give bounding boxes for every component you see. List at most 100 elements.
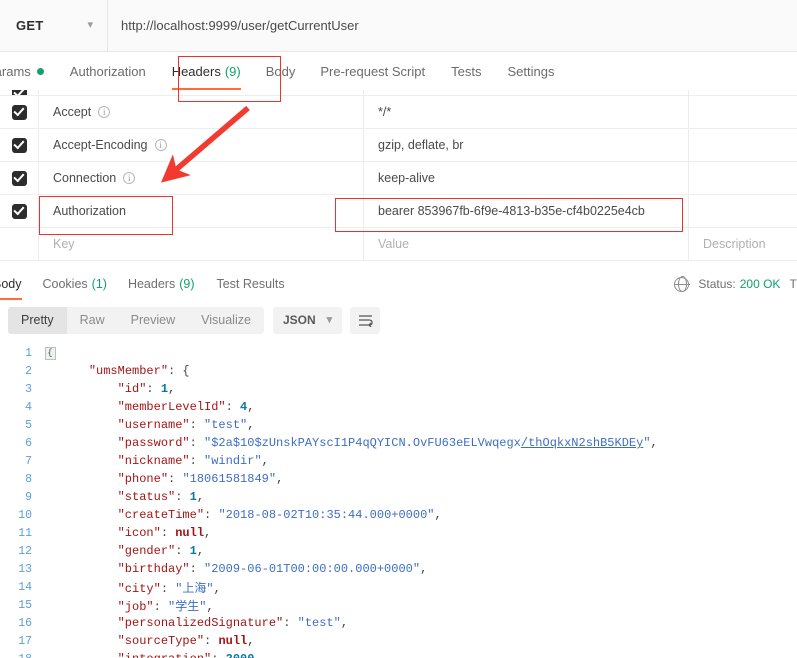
request-tab-tests[interactable]: Tests (451, 52, 481, 90)
response-tab-headers[interactable]: Headers (9) (128, 268, 195, 300)
table-row[interactable]: Accept-Encoding i gzip, deflate, br (0, 129, 797, 162)
header-key-cell[interactable]: Accept-Encoding i (39, 129, 364, 161)
header-key-cell[interactable]: Connection i (39, 162, 364, 194)
code-line: 5 "username": "test", (0, 416, 797, 434)
line-number: 8 (25, 472, 32, 486)
row-enabled-checkbox[interactable] (0, 195, 39, 227)
view-mode-visualize[interactable]: Visualize (188, 307, 264, 334)
code-line: 2 "umsMember": { (0, 362, 797, 380)
code-line: 16 "personalizedSignature": "test", (0, 614, 797, 632)
response-tab-body[interactable]: Body (0, 268, 22, 300)
header-key-text: Accept-Encoding (53, 138, 148, 152)
collapse-toggle-icon[interactable]: { (44, 346, 56, 360)
info-icon[interactable]: i (98, 106, 111, 118)
code-text: "personalizedSignature": "test", (117, 616, 349, 630)
view-mode-label: Raw (79, 313, 105, 327)
tab-label: Body (0, 277, 22, 291)
fold-gutter[interactable]: { (40, 346, 60, 360)
line-number: 4 (25, 400, 32, 414)
code-line: 9 "status": 1, (0, 488, 797, 506)
request-tab-pre-request-script[interactable]: Pre-request Script (320, 52, 425, 90)
tab-label: Tests (451, 63, 482, 79)
view-mode-label: Visualize (201, 313, 251, 327)
request-tab-headers[interactable]: Headers (9) (171, 52, 241, 90)
headers-table: Accept i */* Accept-Encoding i gzip, deflate,… (0, 90, 797, 261)
tab-label: Headers (127, 277, 176, 291)
response-format-selector[interactable]: JSON ▾ (272, 306, 343, 334)
code-text: "umsMember": { (88, 364, 190, 378)
response-view-toolbar: Pretty Raw Preview Visualize JSON ▾ (0, 300, 797, 340)
table-row[interactable]: Accept i */* (0, 96, 797, 129)
header-key-cell[interactable]: Authorization (39, 195, 364, 227)
code-text: "gender": 1, (117, 544, 205, 558)
code-text: "integration": 2000 (60, 652, 797, 658)
description-placeholder: Description (703, 237, 766, 251)
tab-label: Settings (507, 63, 555, 79)
header-description-cell[interactable] (689, 195, 797, 227)
request-tab-settings[interactable]: Settings (507, 52, 554, 90)
tab-count-badge: (9) (224, 63, 241, 79)
request-tab-body[interactable]: Body (266, 52, 296, 90)
chevron-down-icon: ▾ (87, 19, 93, 31)
line-number: 15 (18, 598, 32, 612)
tab-label: Body (265, 63, 296, 79)
modified-indicator-dot (36, 67, 44, 75)
url-bar: GET ▾ http://localhost:9999/user/getCurr… (0, 0, 797, 52)
table-row[interactable]: Authorization bearer 853967fb-6f9e-4813-b… (0, 195, 797, 228)
http-method-selector[interactable]: GET ▾ (0, 0, 108, 52)
code-text: "job": "学生", (117, 599, 214, 614)
code-text: "createTime": "2018-08-02T10:35:44.000+0… (117, 508, 442, 522)
tab-label: Test Results (216, 277, 285, 291)
response-tab-cookies[interactable]: Cookies (1) (43, 268, 107, 300)
view-mode-preview[interactable]: Preview (118, 307, 188, 334)
view-mode-label: Pretty (21, 313, 54, 327)
code-line: 13 "birthday": "2009-06-01T00:00:00.000+… (0, 560, 797, 578)
row-enabled-checkbox[interactable] (0, 129, 39, 161)
info-icon[interactable]: i (123, 172, 136, 184)
line-number: 5 (25, 418, 32, 432)
code-text: "icon": null, (117, 526, 212, 540)
header-value-cell[interactable]: keep-alive (364, 162, 689, 194)
code-line: 12 "gender": 1, (0, 542, 797, 560)
header-key-cell[interactable]: Accept i (39, 96, 364, 128)
header-key-text: Authorization (53, 204, 126, 218)
line-number: 3 (25, 382, 32, 396)
header-description-cell[interactable] (689, 129, 797, 161)
code-line: 7 "nickname": "windir", (0, 452, 797, 470)
line-number: 14 (18, 580, 32, 594)
header-description-cell[interactable] (689, 162, 797, 194)
request-tabs: Params Authorization Headers(9) Body Pre-req… (0, 52, 797, 90)
chevron-down-icon: ▾ (326, 313, 333, 326)
header-description-cell[interactable] (689, 96, 797, 128)
table-row[interactable]: Connection i keep-alive (0, 162, 797, 195)
view-mode-pretty[interactable]: Pretty (8, 306, 67, 334)
http-method-label: GET (16, 18, 44, 33)
code-line: 4 "memberLevelId": 4, (0, 398, 797, 416)
row-enabled-checkbox[interactable] (0, 96, 39, 128)
key-placeholder: Key (53, 237, 75, 251)
line-number: 11 (18, 526, 32, 540)
info-icon[interactable]: i (154, 139, 167, 151)
url-input[interactable]: http://localhost:9999/user/getCurrentUse… (108, 0, 797, 52)
header-value-cell[interactable]: */* (364, 96, 689, 128)
response-body-json-viewer[interactable]: 1{2 "umsMember": {3 "id": 1, 4 "memberLev… (0, 344, 797, 658)
header-value-cell[interactable]: bearer 853967fb-6f9e-4813-b35e-cf4b0225e… (364, 195, 689, 227)
header-key-text: Connection (53, 171, 117, 185)
tab-label: Cookies (42, 277, 88, 291)
tab-count-badge: (1) (91, 277, 107, 291)
new-row-checkbox-cell (0, 228, 39, 260)
line-number: 7 (25, 454, 32, 468)
row-enabled-checkbox[interactable] (0, 162, 39, 194)
table-row-new[interactable]: Key Value Description (0, 228, 797, 261)
wrap-lines-button[interactable] (350, 306, 381, 334)
header-value-cell[interactable]: gzip, deflate, br (364, 129, 689, 161)
view-mode-raw[interactable]: Raw (67, 307, 118, 334)
row-enabled-checkbox[interactable] (0, 90, 39, 95)
line-number: 16 (18, 616, 32, 630)
request-tab-params[interactable]: Params (0, 52, 44, 90)
request-tab-authorization[interactable]: Authorization (70, 52, 146, 90)
view-mode-label: Preview (130, 313, 176, 327)
response-tab-test-results[interactable]: Test Results (216, 268, 284, 300)
line-number: 9 (25, 490, 32, 504)
code-text: "sourceType": null, (117, 634, 255, 648)
